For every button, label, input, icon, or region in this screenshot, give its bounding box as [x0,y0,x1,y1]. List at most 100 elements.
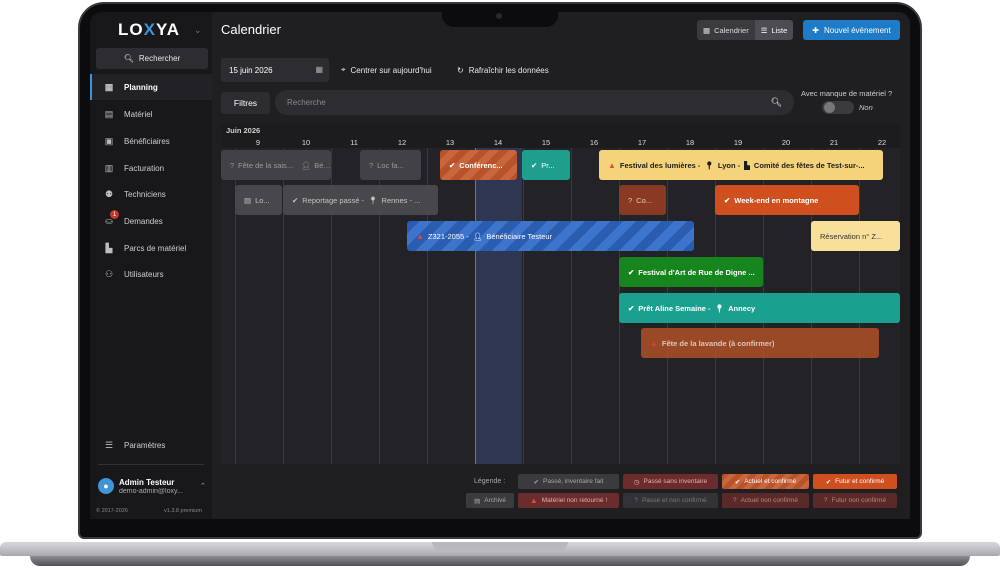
check-icon: ✔ [628,267,635,277]
view-list-button[interactable]: ☰ Liste [754,20,794,40]
webcam-icon [496,13,502,19]
legend-item: ▤ Archivé [466,493,514,508]
page-title: Calendrier [221,22,281,37]
question-icon: ? [628,195,633,205]
question-icon: ? [634,497,638,504]
sidebar: LOXYA ⌄ 🔍︎ Rechercher ▦ Planning ▤ Matér… [90,12,212,519]
event-bar[interactable]: ▲ Fête de la lavande (à confirmer) [641,328,879,358]
check-icon: ✔ [724,195,731,205]
box-icon: ▤ [474,497,481,505]
timeline-day: 16 [589,138,599,147]
filters-button[interactable]: Filtres [221,92,270,114]
contact-card-icon: ▣ [104,135,114,146]
warning-icon: ▲ [650,338,658,348]
event-bar[interactable]: ▤ Lo... [235,185,282,215]
event-bar[interactable]: ▲ Z321-2055 - 👤︎ Bénéficiaire Testeur [407,221,694,251]
timeline-day: 13 [445,138,455,147]
refresh-icon: ↻ [457,65,464,75]
question-icon: ? [732,497,737,504]
timeline-day: 20 [781,138,791,147]
event-bar[interactable]: ? Loc fa... [360,150,421,180]
event-bar[interactable]: ▲ Festival des lumières - 📍︎ Lyon - ▙ Co… [599,150,883,180]
timeline-day: 17 [637,138,647,147]
sidebar-search-button[interactable]: 🔍︎ Rechercher [96,48,208,69]
user-email: demo-admin@loxy... [119,488,183,495]
question-icon: ? [230,160,234,170]
user-name: Admin Testeur [119,478,175,487]
sidebar-item-parcs[interactable]: ▙ Parcs de matériel [90,235,212,261]
center-today-button[interactable]: ⌖ Centrer sur aujourd'hui [341,58,432,82]
view-calendar-button[interactable]: ▦ Calendrier [697,20,755,40]
missing-material-label: Avec manque de matériel ? [801,89,893,98]
sidebar-item-techniciens[interactable]: ⚉ Techniciens [90,181,212,207]
timeline-month: Juin 2026 [226,126,261,135]
laptop-base [0,538,1000,570]
user-icon: 👤︎ [301,160,311,170]
logo[interactable]: LOXYA [118,20,180,40]
people-icon: ⚉ [104,188,114,199]
crosshair-icon: ⌖ [341,65,346,74]
legend-item: ▲ Matériel non retourné ! [518,493,619,508]
event-bar[interactable]: ✔ Festival d'Art de Rue de Digne ... [619,257,763,287]
user-icon: 👤︎ [472,231,483,241]
date-picker[interactable]: 15 juin 2026 ▦ [221,58,329,82]
event-bar[interactable]: ✔ Reportage passé - 📍︎ Rennes - ... [283,185,438,215]
app-screen: LOXYA ⌄ 🔍︎ Rechercher ▦ Planning ▤ Matér… [90,12,910,519]
timeline-header: Juin 2026 9 10 11 12 13 14 15 16 17 18 1… [221,124,900,148]
missing-material-toggle[interactable] [822,101,854,114]
calendar-icon: ▦ [104,81,114,92]
sidebar-item-facturation[interactable]: ▥ Facturation [90,155,212,181]
check-icon: ✔ [628,303,635,313]
calendar-icon: ▦ [703,25,711,35]
warning-icon: ▲ [608,160,616,170]
sidebar-item-beneficiaires[interactable]: ▣ Bénéficiaires [90,128,212,154]
legend-item: ? Actuel non confirmé [722,493,809,508]
legend-item: ✔ Futur et confirmé [813,474,897,489]
event-bar[interactable]: ✔ Pr... [522,150,570,180]
today-highlight [475,148,522,464]
event-bar[interactable]: ? Fête de la saison - 👤︎ Béné [221,150,331,180]
legend-item: ? Futur non confirmé [813,493,897,508]
event-bar[interactable]: ✔ Conférenc... [440,150,517,180]
refresh-button[interactable]: ↻ Rafraîchir les données [457,58,549,82]
question-icon: ? [823,497,828,504]
industry-icon: ▙ [105,242,113,253]
map-pin-icon: 📍︎ [714,303,725,313]
timeline-day: 11 [350,138,358,147]
new-event-button[interactable]: ✚ Nouvel événement [803,20,900,40]
legend-item: ◷ Passé sans inventaire [623,474,718,489]
event-bar[interactable]: ? Co... [619,185,666,215]
sidebar-item-materiel[interactable]: ▤ Matériel [90,101,212,127]
notification-badge: 1 [110,210,119,219]
basket-icon: ⛀ 1 [104,210,119,226]
users-icon: ⚇ [104,268,114,279]
user-menu[interactable]: ● Admin Testeur demo-admin@loxy... ⌃ [96,474,210,498]
sidebar-item-parametres[interactable]: ☰ Paramètres [90,432,212,458]
box-icon: ▤ [244,195,252,205]
legend-item: ✔ Passé, inventaire fait [518,474,619,489]
sidebar-item-utilisateurs[interactable]: ⚇ Utilisateurs [90,261,212,287]
timeline: Juin 2026 9 10 11 12 13 14 15 16 17 18 1… [221,124,900,464]
search-icon: 🔍︎ [123,54,134,63]
check-icon: ✔ [734,478,741,486]
plus-icon: ✚ [812,25,819,35]
event-bar[interactable]: ✔ Prêt Aline Semaine - 📍︎ Annecy [619,293,900,323]
timeline-day: 9 [255,138,261,147]
sidebar-item-demandes[interactable]: ⛀ 1 Demandes [90,208,212,234]
sliders-icon: ☰ [104,439,114,450]
box-icon: ▤ [104,108,114,119]
avatar: ● [98,478,114,494]
event-bar[interactable]: Réservation n° Z... [811,221,900,251]
chevron-down-icon[interactable]: ⌄ [194,25,202,36]
timeline-day: 14 [493,138,503,147]
timeline-day: 15 [541,138,551,147]
clock-icon: ◷ [633,478,640,486]
sidebar-item-planning[interactable]: ▦ Planning [90,74,212,100]
search-icon: 🔍︎ [770,97,782,107]
check-icon: ✔ [825,478,832,486]
check-icon: ✔ [449,160,456,170]
event-bar[interactable]: ✔ Week-end en montagne [715,185,859,215]
search-input[interactable]: Recherche 🔍︎ [275,90,794,115]
divider [98,464,204,465]
chevron-up-icon: ⌃ [200,483,206,490]
